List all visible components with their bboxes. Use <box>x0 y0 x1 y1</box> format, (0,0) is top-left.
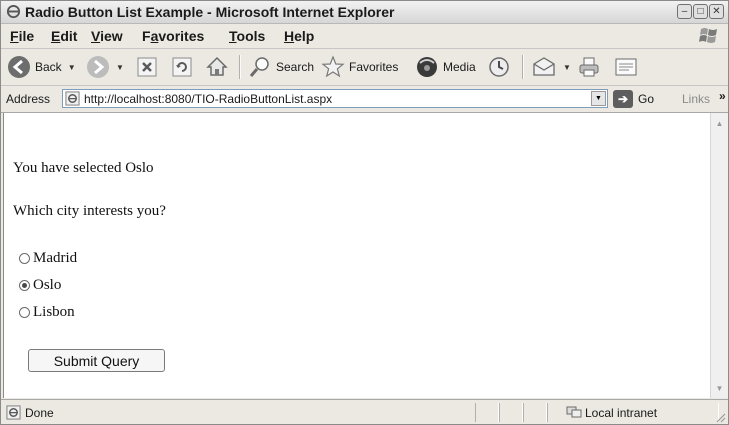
menu-tools[interactable]: Tools <box>229 28 265 44</box>
resize-grip-icon[interactable] <box>715 412 726 423</box>
radio-button-checked[interactable] <box>19 280 30 291</box>
links-chevron-icon[interactable]: » <box>719 89 726 103</box>
title-bar[interactable]: Radio Button List Example - Microsoft In… <box>1 1 728 24</box>
stop-icon <box>137 57 157 77</box>
menu-file[interactable]: File <box>10 28 34 44</box>
close-button[interactable]: ✕ <box>709 4 724 19</box>
home-icon <box>206 56 228 76</box>
search-icon <box>249 57 269 77</box>
forward-dropdown-icon[interactable]: ▼ <box>116 63 124 72</box>
radio-option-lisbon[interactable]: Lisbon <box>19 304 75 321</box>
status-pane <box>499 403 523 422</box>
edit-page-icon <box>615 58 637 76</box>
search-button[interactable]: Search <box>248 53 314 81</box>
toolbar-separator <box>239 55 241 79</box>
radio-button[interactable] <box>19 253 30 264</box>
status-pane <box>523 403 547 422</box>
ie-page-icon <box>65 91 80 106</box>
radio-option-madrid[interactable]: Madrid <box>19 250 77 267</box>
forward-button[interactable]: ▼ <box>86 53 124 81</box>
windows-flag-icon <box>699 28 717 43</box>
address-input[interactable]: http://localhost:8080/TIO-RadioButtonLis… <box>62 89 608 108</box>
go-arrow-icon: ➔ <box>613 90 633 108</box>
address-bar: Address http://localhost:8080/TIO-RadioB… <box>1 86 728 113</box>
print-button[interactable] <box>577 53 601 81</box>
question-label: Which city interests you? <box>13 203 166 219</box>
mail-icon <box>533 57 555 76</box>
star-icon <box>321 55 345 78</box>
address-url: http://localhost:8080/TIO-RadioButtonLis… <box>84 92 333 106</box>
status-text: Done <box>25 406 54 420</box>
toolbar-separator <box>522 55 524 79</box>
standard-toolbar: Back ▼ ▼ Search Favorites Media ▼ <box>1 49 728 86</box>
favorites-button[interactable]: Favorites <box>321 53 398 81</box>
menu-edit[interactable]: Edit <box>51 28 77 44</box>
edit-button[interactable] <box>613 53 639 81</box>
maximize-button[interactable]: □ <box>693 4 708 19</box>
radio-label[interactable]: Madrid <box>33 250 77 267</box>
status-bar: Done Local intranet <box>1 399 728 424</box>
page-content: You have selected Oslo Which city intere… <box>3 113 710 398</box>
submit-query-button[interactable]: Submit Query <box>28 349 165 372</box>
history-icon <box>489 57 509 77</box>
minimize-button[interactable]: – <box>677 4 692 19</box>
mail-button[interactable]: ▼ <box>531 53 571 81</box>
vertical-scrollbar[interactable]: ▲ ▼ <box>710 113 728 398</box>
back-dropdown-icon[interactable]: ▼ <box>68 63 76 72</box>
radio-label[interactable]: Oslo <box>33 277 61 294</box>
local-intranet-icon <box>566 406 582 418</box>
menu-bar: File Edit View Favorites Tools Help <box>1 24 728 49</box>
links-label[interactable]: Links <box>682 92 710 106</box>
radio-option-oslo[interactable]: Oslo <box>19 277 61 294</box>
history-button[interactable] <box>487 53 511 81</box>
radio-button[interactable] <box>19 307 30 318</box>
selection-message: You have selected Oslo <box>13 160 154 176</box>
status-pane <box>475 403 499 422</box>
ie-logo-icon <box>6 4 21 19</box>
scroll-up-icon[interactable]: ▲ <box>712 115 727 131</box>
media-icon <box>417 57 437 77</box>
scroll-down-icon[interactable]: ▼ <box>712 380 727 396</box>
address-dropdown-icon[interactable]: ▼ <box>591 91 606 106</box>
media-button[interactable]: Media <box>415 53 476 81</box>
address-label: Address <box>6 92 51 106</box>
stop-button[interactable] <box>136 53 158 81</box>
menu-favorites[interactable]: Favorites <box>142 28 204 44</box>
back-arrow-icon <box>8 56 30 78</box>
forward-arrow-icon <box>87 56 109 78</box>
refresh-icon <box>172 57 192 77</box>
go-button[interactable]: ➔ Go <box>613 89 654 109</box>
menu-help[interactable]: Help <box>284 28 314 44</box>
page-done-icon <box>6 405 21 420</box>
home-button[interactable] <box>205 53 229 81</box>
window-title: Radio Button List Example - Microsoft In… <box>25 4 395 20</box>
printer-icon <box>579 57 599 77</box>
menu-view[interactable]: View <box>91 28 123 44</box>
browser-window: Radio Button List Example - Microsoft In… <box>0 0 729 425</box>
back-button[interactable]: Back ▼ <box>7 53 76 81</box>
mail-dropdown-icon[interactable]: ▼ <box>563 63 571 72</box>
radio-label[interactable]: Lisbon <box>33 304 75 321</box>
refresh-button[interactable] <box>171 53 193 81</box>
security-zone-label: Local intranet <box>585 406 658 420</box>
